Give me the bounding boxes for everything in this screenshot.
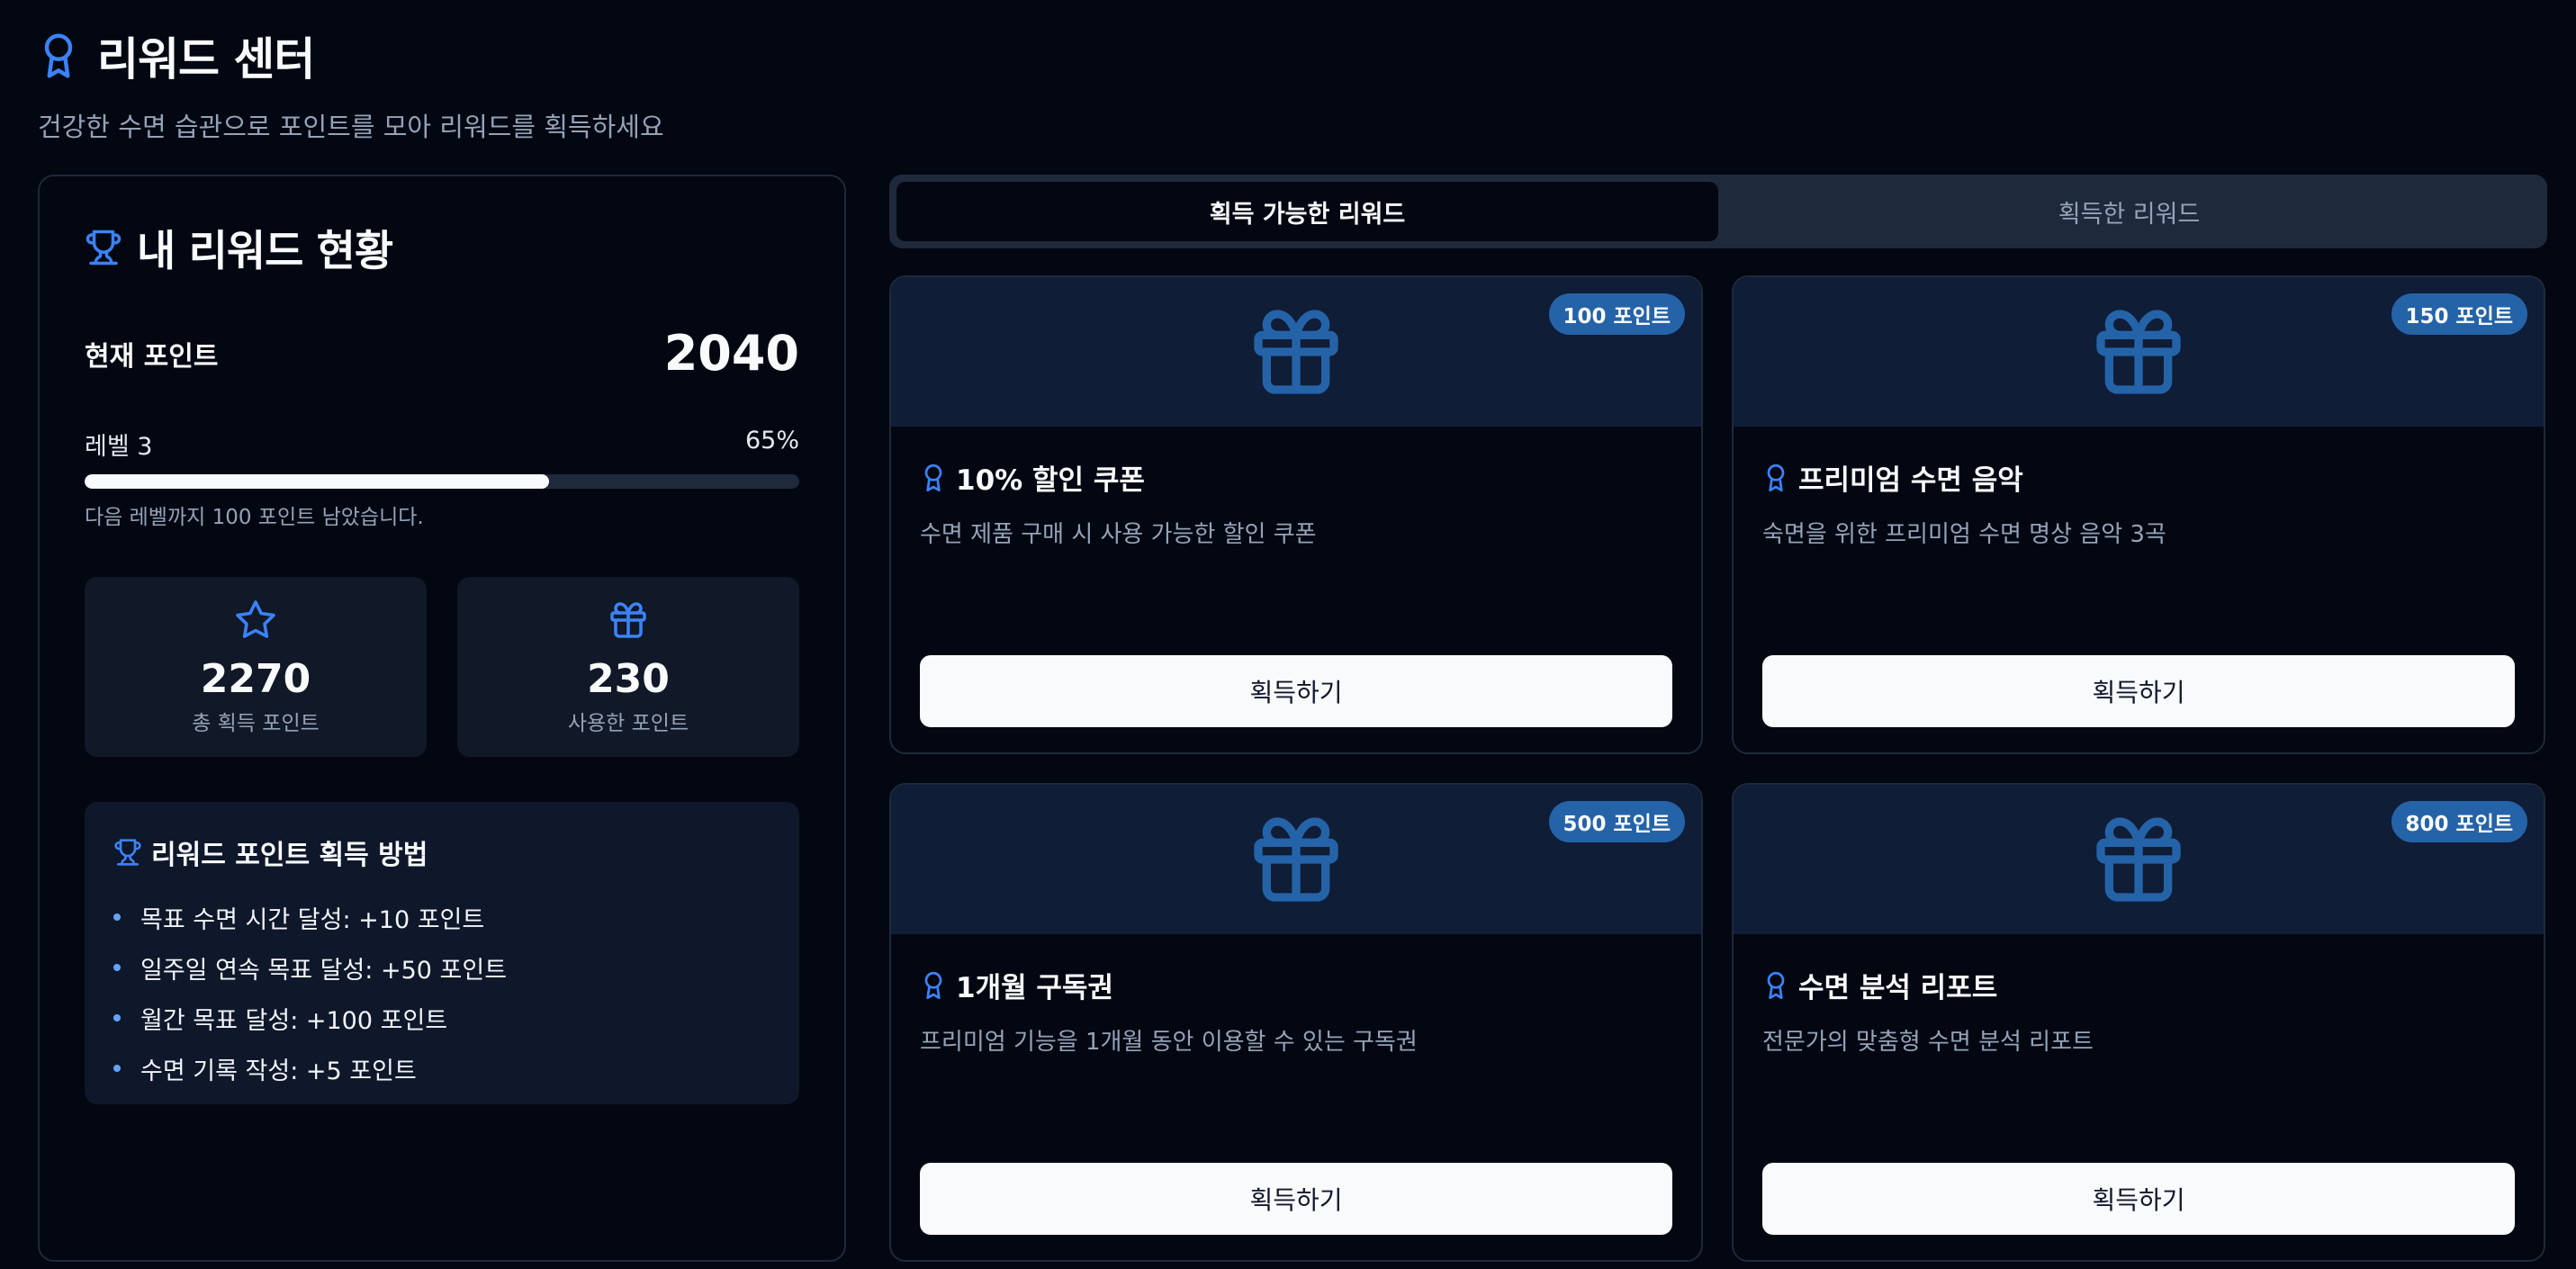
gift-icon	[1254, 817, 1338, 902]
reward-title: 수면 분석 리포트	[1798, 972, 1998, 1004]
bullet-icon	[113, 964, 121, 971]
used-points-label: 사용한 포인트	[567, 712, 689, 735]
reward-card-sleep-report: 800 포인트 수면 분석 리포트 전문가의 맞춤형 수면 분석 리포트 획득하…	[1732, 783, 2545, 1262]
award-icon	[44, 33, 73, 78]
reward-title: 프리미엄 수면 음악	[1798, 464, 2023, 497]
reward-description: 수면 제품 구매 시 사용 가능한 할인 쿠폰	[920, 521, 1317, 548]
award-icon	[924, 971, 942, 999]
title-row: 리워드 센터	[38, 23, 664, 88]
reward-description: 숙면을 위한 프리미엄 수면 명상 음악 3곡	[1762, 521, 2166, 548]
claim-reward-button[interactable]: 획득하기	[1762, 655, 2515, 727]
award-icon	[1767, 464, 1785, 491]
reward-card-subscription: 500 포인트 1개월 구독권 프리미엄 기능을 1개월 동안 이용할 수 있는…	[889, 783, 1703, 1262]
rewards-page: 리워드 센터 건강한 수면 습관으로 포인트를 모아 리워드를 획득하세요 내 …	[0, 0, 2576, 1269]
panel-title-row: 내 리워드 현황	[85, 216, 799, 278]
award-icon	[924, 464, 942, 491]
reward-banner: 100 포인트	[891, 277, 1701, 427]
reward-banner: 500 포인트	[891, 785, 1701, 934]
reward-body: 수면 분석 리포트 전문가의 맞춤형 수면 분석 리포트 획득하기	[1734, 934, 2544, 1260]
level-row: 레벨 3 65%	[85, 427, 799, 462]
cost-badge: 150 포인트	[2391, 293, 2527, 335]
reward-title-row: 프리미엄 수면 음악	[1762, 457, 2515, 498]
howto-title: 리워드 포인트 획득 방법	[151, 840, 428, 871]
howto-item-text: 목표 수면 시간 달성: +10 포인트	[140, 905, 485, 934]
tab-available-rewards[interactable]: 획득 가능한 리워드	[896, 182, 1718, 241]
howto-item-text: 월간 목표 달성: +100 포인트	[140, 1006, 448, 1035]
list-item: 월간 목표 달성: +100 포인트	[113, 993, 770, 1043]
bullet-icon	[113, 914, 121, 921]
claim-reward-button[interactable]: 획득하기	[920, 1163, 1672, 1235]
howto-title-row: 리워드 포인트 획득 방법	[113, 832, 770, 872]
tab-claimed-rewards[interactable]: 획득한 리워드	[1718, 182, 2540, 241]
total-points-label: 총 획득 포인트	[192, 712, 320, 735]
reward-status-panel: 내 리워드 현황 현재 포인트 2040 레벨 3 65% 다음 레벨까지 10…	[38, 175, 846, 1262]
cost-badge: 500 포인트	[1548, 801, 1685, 842]
howto-item-text: 일주일 연속 목표 달성: +50 포인트	[140, 956, 508, 985]
star-icon	[236, 600, 275, 638]
cost-badge: 800 포인트	[2391, 801, 2527, 842]
stat-cards: 2270 총 획득 포인트 230 사용한 포인트	[85, 577, 799, 757]
reward-body: 1개월 구독권 프리미엄 기능을 1개월 동안 이용할 수 있는 구독권 획득하…	[891, 934, 1701, 1260]
award-icon	[1767, 971, 1785, 999]
reward-card-discount-coupon: 100 포인트 10% 할인 쿠폰 수면 제품 구매 시 사용 가능한 할인 쿠…	[889, 275, 1703, 754]
reward-body: 10% 할인 쿠폰 수면 제품 구매 시 사용 가능한 할인 쿠폰 획득하기	[891, 427, 1701, 752]
page-subtitle: 건강한 수면 습관으로 포인트를 모아 리워드를 획득하세요	[38, 112, 664, 142]
claim-reward-button[interactable]: 획득하기	[1762, 1163, 2515, 1235]
level-hint: 다음 레벨까지 100 포인트 남았습니다.	[85, 506, 424, 529]
howto-box: 리워드 포인트 획득 방법 목표 수면 시간 달성: +10 포인트 일주일 연…	[85, 802, 799, 1104]
page-header: 리워드 센터 건강한 수면 습관으로 포인트를 모아 리워드를 획득하세요	[38, 23, 664, 144]
howto-list: 목표 수면 시간 달성: +10 포인트 일주일 연속 목표 달성: +50 포…	[113, 892, 770, 1094]
reward-title-row: 10% 할인 쿠폰	[920, 457, 1672, 498]
used-points-value: 230	[587, 656, 670, 702]
list-item: 일주일 연속 목표 달성: +50 포인트	[113, 942, 770, 993]
trophy-icon	[114, 839, 141, 866]
panel-title: 내 리워드 현황	[137, 227, 393, 276]
trophy-icon	[86, 230, 122, 265]
list-item: 수면 기록 작성: +5 포인트	[113, 1043, 770, 1094]
gift-icon	[610, 602, 646, 638]
bullet-icon	[113, 1014, 121, 1022]
reward-banner: 800 포인트	[1734, 785, 2544, 934]
current-points-label: 현재 포인트	[85, 340, 219, 373]
current-points-row: 현재 포인트 2040	[85, 325, 799, 382]
claim-reward-button[interactable]: 획득하기	[920, 655, 1672, 727]
total-points-value: 2270	[200, 656, 311, 702]
gift-icon	[2096, 310, 2181, 394]
reward-description: 프리미엄 기능을 1개월 동안 이용할 수 있는 구독권	[920, 1029, 1418, 1056]
used-points-card: 230 사용한 포인트	[457, 577, 799, 757]
total-points-card: 2270 총 획득 포인트	[85, 577, 427, 757]
reward-title-row: 1개월 구독권	[920, 965, 1672, 1005]
howto-item-text: 수면 기록 작성: +5 포인트	[140, 1057, 417, 1085]
reward-title: 10% 할인 쿠폰	[956, 464, 1145, 497]
reward-title: 1개월 구독권	[956, 972, 1113, 1004]
level-progress-bar	[85, 474, 799, 489]
reward-body: 프리미엄 수면 음악 숙면을 위한 프리미엄 수면 명상 음악 3곡 획득하기	[1734, 427, 2544, 752]
reward-card-premium-music: 150 포인트 프리미엄 수면 음악 숙면을 위한 프리미엄 수면 명상 음악 …	[1732, 275, 2545, 754]
bullet-icon	[113, 1065, 121, 1072]
page-title: 리워드 센터	[97, 33, 315, 86]
reward-banner: 150 포인트	[1734, 277, 2544, 427]
list-item: 목표 수면 시간 달성: +10 포인트	[113, 892, 770, 942]
level-label: 레벨 3	[85, 433, 153, 461]
gift-icon	[2096, 817, 2181, 902]
reward-title-row: 수면 분석 리포트	[1762, 965, 2515, 1005]
gift-icon	[1254, 310, 1338, 394]
current-points-value: 2040	[663, 325, 799, 382]
reward-tabs: 획득 가능한 리워드 획득한 리워드	[889, 175, 2547, 248]
reward-description: 전문가의 맞춤형 수면 분석 리포트	[1762, 1029, 2094, 1056]
cost-badge: 100 포인트	[1548, 293, 1685, 335]
level-percent: 65%	[744, 427, 799, 454]
level-progress-fill	[85, 474, 550, 489]
